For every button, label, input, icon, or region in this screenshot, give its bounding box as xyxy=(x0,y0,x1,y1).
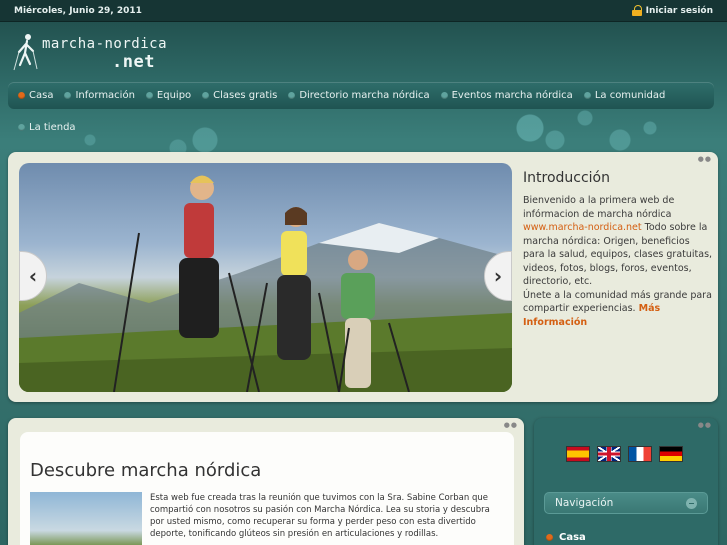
nav-item-eventos[interactable]: Eventos marcha nórdica xyxy=(440,90,573,101)
sidebar-panel: ●● Navigación Casa xyxy=(534,418,718,545)
bullet-icon xyxy=(440,92,448,99)
bullet-icon xyxy=(64,92,72,99)
nordic-walker-icon xyxy=(13,34,38,71)
germany-flag-icon[interactable] xyxy=(659,446,683,462)
panel-grip-icon: ●● xyxy=(697,421,712,429)
site-logo[interactable]: marcha-nordica .net xyxy=(12,32,167,72)
bullet-icon xyxy=(145,92,153,99)
slideshow-photo xyxy=(19,175,512,392)
nav-item-directorio[interactable]: Directorio marcha nórdica xyxy=(288,90,430,101)
nav-item-informacion[interactable]: Información xyxy=(64,90,135,101)
bullet-icon xyxy=(546,534,553,541)
main-nav: Casa Información Equipo Clases gratis Di… xyxy=(8,82,714,109)
article-body: Esta web fue creada tras la reunión que … xyxy=(150,493,490,539)
login-label: Iniciar sesión xyxy=(645,5,713,16)
slideshow: ‹ › xyxy=(19,163,512,392)
top-bar: Miércoles, Junio 29, 2011 Iniciar sesión xyxy=(0,0,727,22)
nav-item-tienda[interactable]: La tienda xyxy=(18,122,76,133)
chevron-left-icon: ‹ xyxy=(28,264,38,288)
france-flag-icon[interactable] xyxy=(628,446,652,462)
intro-title: Introducción xyxy=(523,170,610,186)
bullet-icon xyxy=(202,92,210,99)
bullet-icon xyxy=(288,92,296,99)
uk-flag-icon[interactable] xyxy=(597,446,621,462)
nav-item-casa[interactable]: Casa xyxy=(18,90,53,101)
chevron-right-icon: › xyxy=(493,264,503,288)
site-url-link[interactable]: www.marcha-nordica.net xyxy=(523,222,642,233)
panel-grip-icon: ●● xyxy=(503,421,518,429)
sidebar-nav-header[interactable]: Navigación xyxy=(544,492,708,514)
language-flags xyxy=(566,446,683,462)
collapse-icon[interactable] xyxy=(686,497,697,509)
panel-grip-icon: ●● xyxy=(697,155,712,163)
intro-text-block: Introducción Bienvenido a la primera web… xyxy=(523,170,713,329)
sidebar-item-casa[interactable]: Casa xyxy=(546,532,586,543)
logo-domain: .net xyxy=(112,52,155,72)
intro-panel: ●● ‹ › Introducción Bienvenido a la prim… xyxy=(8,152,718,402)
sidebar-nav-title: Navigación xyxy=(555,497,614,509)
content-panel: ●● Descubre marcha nórdica Esta web fue … xyxy=(8,418,524,545)
logo-text: marcha-nordica xyxy=(42,36,168,52)
article: Descubre marcha nórdica Esta web fue cre… xyxy=(20,432,514,545)
bullet-icon xyxy=(18,92,25,99)
spain-flag-icon[interactable] xyxy=(566,446,590,462)
date-label: Miércoles, Junio 29, 2011 xyxy=(14,5,142,16)
bullet-icon xyxy=(583,92,591,99)
lock-icon xyxy=(631,5,642,16)
intro-paragraph: Bienvenido a la primera web de infórmaci… xyxy=(523,195,713,328)
article-image xyxy=(30,492,142,545)
nav-item-comunidad[interactable]: La comunidad xyxy=(583,90,665,101)
nav-item-equipo[interactable]: Equipo xyxy=(145,90,191,101)
article-title: Descubre marcha nórdica xyxy=(30,460,262,481)
login-link[interactable]: Iniciar sesión xyxy=(631,5,713,16)
nav-item-clases-gratis[interactable]: Clases gratis xyxy=(202,90,277,101)
bullet-icon xyxy=(18,124,25,131)
